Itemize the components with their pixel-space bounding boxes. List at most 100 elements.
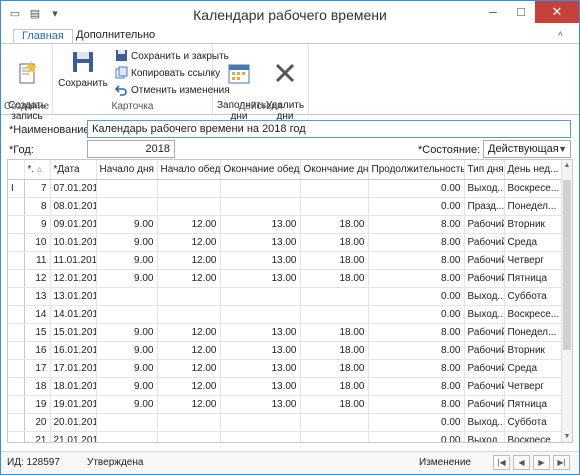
- table-cell[interactable]: Вторник: [504, 341, 564, 360]
- row-indicator[interactable]: [8, 233, 25, 252]
- table-cell[interactable]: Выход...: [464, 287, 505, 306]
- column-header[interactable]: День нед...: [504, 160, 564, 180]
- table-cell[interactable]: 13.00: [220, 251, 301, 270]
- table-cell[interactable]: 21.01.2018: [50, 431, 97, 442]
- table-cell[interactable]: 12.00: [157, 395, 221, 414]
- table-row[interactable]: 1313.01.2018 0.00Выход...Суббота: [8, 287, 564, 306]
- table-cell[interactable]: [96, 287, 158, 306]
- table-cell[interactable]: Четверг: [504, 377, 564, 396]
- row-indicator[interactable]: [8, 341, 25, 360]
- table-cell[interactable]: 13.00: [220, 377, 301, 396]
- table-cell[interactable]: Рабочий: [464, 377, 505, 396]
- prev-record-icon[interactable]: ◀: [513, 455, 530, 470]
- table-cell[interactable]: [157, 179, 221, 198]
- table-cell[interactable]: 13.00: [220, 269, 301, 288]
- table-cell[interactable]: 12.00: [157, 377, 221, 396]
- tab-advanced[interactable]: Дополнительно: [68, 29, 163, 44]
- table-cell[interactable]: 12.00: [157, 233, 221, 252]
- table-cell[interactable]: 7: [24, 179, 51, 198]
- table-cell[interactable]: 18.00: [300, 251, 369, 270]
- table-cell[interactable]: [220, 197, 301, 216]
- row-indicator[interactable]: [8, 431, 25, 442]
- table-cell[interactable]: 0.00: [368, 431, 465, 442]
- table-cell[interactable]: [157, 287, 221, 306]
- table-cell[interactable]: 12.00: [157, 251, 221, 270]
- last-record-icon[interactable]: ▶|: [553, 455, 570, 470]
- row-indicator[interactable]: [8, 323, 25, 342]
- row-indicator[interactable]: [8, 269, 25, 288]
- table-cell[interactable]: [300, 197, 369, 216]
- column-header[interactable]: Продолжительность: [368, 160, 465, 180]
- table-cell[interactable]: 0.00: [368, 179, 465, 198]
- table-row[interactable]: 909.01.20189.0012.0013.0018.008.00Рабочи…: [8, 215, 564, 234]
- table-cell[interactable]: [300, 431, 369, 442]
- table-row[interactable]: 1818.01.20189.0012.0013.0018.008.00Рабоч…: [8, 377, 564, 396]
- table-cell[interactable]: 13.00: [220, 233, 301, 252]
- table-cell[interactable]: 21: [24, 431, 51, 442]
- table-cell[interactable]: 10.01.2018: [50, 233, 97, 252]
- table-cell[interactable]: Среда: [504, 233, 564, 252]
- table-cell[interactable]: Воскресе...: [504, 305, 564, 324]
- ribbon-collapse-icon[interactable]: ˄: [558, 29, 563, 39]
- table-cell[interactable]: 17.01.2018: [50, 359, 97, 378]
- table-cell[interactable]: [300, 179, 369, 198]
- app-menu-icon[interactable]: ▭: [7, 6, 23, 22]
- table-cell[interactable]: 13.00: [220, 215, 301, 234]
- table-cell[interactable]: 15: [24, 323, 51, 342]
- scroll-down-icon[interactable]: ▼: [562, 431, 572, 442]
- table-cell[interactable]: Воскресе...: [504, 431, 564, 442]
- table-cell[interactable]: 12.00: [157, 215, 221, 234]
- save-close-button[interactable]: Сохранить и закрыть: [115, 49, 229, 64]
- close-icon[interactable]: ✕: [535, 1, 579, 23]
- table-cell[interactable]: 18.00: [300, 377, 369, 396]
- table-cell[interactable]: 16: [24, 341, 51, 360]
- table-cell[interactable]: 0.00: [368, 305, 465, 324]
- table-cell[interactable]: 0.00: [368, 197, 465, 216]
- table-cell[interactable]: Понедел...: [504, 323, 564, 342]
- table-row[interactable]: I707.01.2018 0.00Выход...Воскресе...: [8, 179, 564, 198]
- table-cell[interactable]: 12.01.2018: [50, 269, 97, 288]
- table-cell[interactable]: Празд...: [464, 197, 505, 216]
- column-header[interactable]: Тип дня: [464, 160, 505, 180]
- table-cell[interactable]: 13.00: [220, 359, 301, 378]
- column-header[interactable]: *Дата: [50, 160, 97, 180]
- quick-access-icon[interactable]: ▤: [27, 6, 43, 22]
- table-row[interactable]: 1515.01.20189.0012.0013.0018.008.00Рабоч…: [8, 323, 564, 342]
- table-cell[interactable]: Суббота: [504, 287, 564, 306]
- table-cell[interactable]: Вторник: [504, 215, 564, 234]
- column-header[interactable]: Начало обеда: [157, 160, 221, 180]
- save-button[interactable]: Сохранить: [57, 48, 109, 89]
- table-cell[interactable]: [220, 305, 301, 324]
- table-row[interactable]: 1414.01.2018 0.00Выход...Воскресе...: [8, 305, 564, 324]
- table-cell[interactable]: Рабочий: [464, 215, 505, 234]
- table-cell[interactable]: 9.00: [96, 269, 158, 288]
- table-cell[interactable]: [220, 431, 301, 442]
- table-cell[interactable]: 09.01.2018: [50, 215, 97, 234]
- table-cell[interactable]: [300, 413, 369, 432]
- table-cell[interactable]: 8.00: [368, 341, 465, 360]
- table-cell[interactable]: 9.00: [96, 215, 158, 234]
- table-cell[interactable]: 8.00: [368, 359, 465, 378]
- table-cell[interactable]: Суббота: [504, 413, 564, 432]
- table-cell[interactable]: 9.00: [96, 323, 158, 342]
- table-cell[interactable]: Выход...: [464, 179, 505, 198]
- table-cell[interactable]: Рабочий: [464, 359, 505, 378]
- table-cell[interactable]: Рабочий: [464, 341, 505, 360]
- row-indicator[interactable]: [8, 197, 25, 216]
- maximize-icon[interactable]: □: [507, 1, 535, 23]
- table-cell[interactable]: [96, 305, 158, 324]
- row-indicator[interactable]: [8, 287, 25, 306]
- table-cell[interactable]: 11: [24, 251, 51, 270]
- table-cell[interactable]: 19.01.2018: [50, 395, 97, 414]
- table-cell[interactable]: Среда: [504, 359, 564, 378]
- quick-access-dropdown-icon[interactable]: ▾: [47, 6, 63, 22]
- column-header[interactable]: Начало дня: [96, 160, 158, 180]
- name-field[interactable]: Календарь рабочего времени на 2018 год: [87, 120, 571, 138]
- year-field[interactable]: 2018: [87, 140, 175, 158]
- table-cell[interactable]: 8.00: [368, 323, 465, 342]
- table-cell[interactable]: 9.00: [96, 341, 158, 360]
- table-cell[interactable]: 19: [24, 395, 51, 414]
- table-cell[interactable]: Рабочий: [464, 323, 505, 342]
- table-row[interactable]: 1212.01.20189.0012.0013.0018.008.00Рабоч…: [8, 269, 564, 288]
- scroll-up-icon[interactable]: ▲: [562, 160, 572, 171]
